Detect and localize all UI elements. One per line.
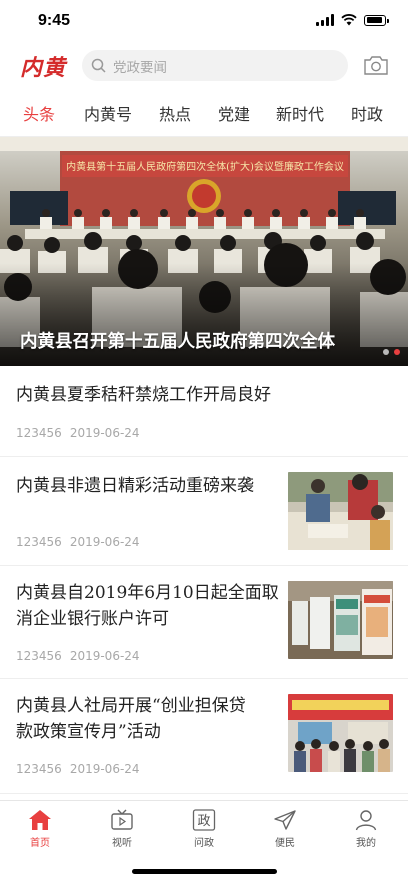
headline-banner[interactable]: 内黄县第十五届人民政府第四次全体(扩大)会议暨廉政工作会议 <box>0 137 408 366</box>
tabbar-label: 首页 <box>30 838 50 849</box>
status-bar: 9:45 <box>0 0 408 44</box>
tv-icon <box>111 809 133 830</box>
news-item[interactable]: 内黄县自2019年6月10日起全面取 消企业银行账户许可 123456 2019-… <box>0 566 408 679</box>
tabbar-bianmin[interactable]: 便民 <box>255 809 315 849</box>
banner-caption: 内黄县召开第十五届人民政府第四次全体 <box>20 332 335 352</box>
tabbar-wenzheng[interactable]: 政 问政 <box>174 809 234 849</box>
news-meta: 123456 2019-06-24 <box>16 535 148 549</box>
tabbar-home[interactable]: 首页 <box>10 809 70 849</box>
search-bar[interactable]: 党政要闻 <box>82 50 348 81</box>
search-placeholder: 党政要闻 <box>113 59 167 76</box>
news-thumbnail <box>288 581 393 659</box>
news-title: 内黄县非遗日精彩活动重磅来袭 <box>16 476 254 496</box>
news-item[interactable]: 内黄县夏季秸秆禁烧工作开局良好 123456 2019-06-24 <box>0 366 408 457</box>
tabbar-label: 我的 <box>356 838 376 849</box>
news-title-line: 消企业银行账户许可 <box>16 609 169 629</box>
news-source: 123456 <box>16 762 62 776</box>
news-title: 内黄县人社局开展“创业担保贷 款政策宣传月”活动 <box>16 693 246 745</box>
news-meta: 123456 2019-06-24 <box>16 649 148 663</box>
news-item[interactable]: 内黄县人社局开展“创业担保贷 款政策宣传月”活动 123456 2019-06-2… <box>0 679 408 794</box>
news-thumbnail <box>288 694 393 772</box>
tab-dangjian[interactable]: 党建 <box>218 101 250 125</box>
category-tabs: 头条 内黄号 热点 党建 新时代 时政 <box>0 88 408 137</box>
tabbar-label: 问政 <box>194 838 214 849</box>
tab-shizheng[interactable]: 时政 <box>351 101 383 125</box>
wifi-icon <box>341 14 357 26</box>
zheng-icon: 政 <box>192 809 216 831</box>
home-icon <box>29 810 51 830</box>
news-meta: 123456 2019-06-24 <box>16 426 148 440</box>
search-icon <box>91 58 106 73</box>
tabbar-mine[interactable]: 我的 <box>336 809 396 849</box>
camera-icon[interactable] <box>363 54 389 76</box>
pager-dot <box>383 349 389 355</box>
news-source: 123456 <box>16 426 62 440</box>
pager-dot-active <box>394 349 400 355</box>
news-thumbnail <box>288 472 393 550</box>
tab-neihuanghao[interactable]: 内黄号 <box>84 101 132 125</box>
app-header: 内黄 党政要闻 <box>0 44 408 88</box>
tab-toutiao[interactable]: 头条 <box>23 101 55 125</box>
news-title: 内黄县夏季秸秆禁烧工作开局良好 <box>16 385 271 405</box>
tabbar-label: 便民 <box>275 838 295 849</box>
news-title-line: 内黄县自2019年6月10日起全面取 <box>16 583 279 603</box>
banner-pager <box>383 349 400 355</box>
app-logo: 内黄 <box>20 55 67 81</box>
signal-icon <box>316 14 334 26</box>
news-source: 123456 <box>16 535 62 549</box>
battery-icon <box>364 14 389 26</box>
news-date: 2019-06-24 <box>69 426 140 440</box>
news-source: 123456 <box>16 649 62 663</box>
status-icons <box>316 14 389 26</box>
send-icon <box>274 810 296 830</box>
news-title-line: 内黄县人社局开展“创业担保贷 <box>16 696 246 716</box>
tab-xinshidai[interactable]: 新时代 <box>276 101 324 125</box>
news-item[interactable]: 内黄县非遗日精彩活动重磅来袭 123456 2019-06-24 <box>0 457 408 566</box>
news-meta: 123456 2019-06-24 <box>16 762 148 776</box>
news-date: 2019-06-24 <box>69 649 140 663</box>
tabbar-label: 视听 <box>112 838 132 849</box>
news-title: 内黄县自2019年6月10日起全面取 消企业银行账户许可 <box>16 580 279 632</box>
news-date: 2019-06-24 <box>69 762 140 776</box>
news-title-line: 款政策宣传月”活动 <box>16 722 161 742</box>
tabbar-tv[interactable]: 视听 <box>92 809 152 849</box>
home-indicator <box>132 869 277 874</box>
user-icon <box>355 810 377 831</box>
tab-redian[interactable]: 热点 <box>159 101 191 125</box>
status-time: 9:45 <box>38 12 71 29</box>
news-date: 2019-06-24 <box>69 535 140 549</box>
svg-text:政: 政 <box>197 814 210 829</box>
